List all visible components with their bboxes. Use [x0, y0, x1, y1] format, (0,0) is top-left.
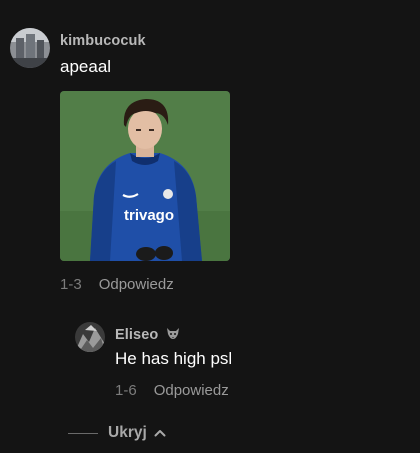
chevron-up-icon — [154, 424, 166, 442]
commenter-username[interactable]: kimbucocuk — [60, 33, 146, 49]
commenter-avatar[interactable] — [10, 28, 50, 68]
divider-line — [68, 432, 98, 434]
reply-reply-button[interactable]: Odpowiedz — [154, 382, 229, 399]
jersey-sponsor-text: trivago — [124, 207, 174, 224]
wolf-emoji-icon — [166, 326, 180, 344]
comment-photo-attachment[interactable]: trivago — [60, 91, 230, 261]
comment-date: 1-3 — [60, 276, 82, 293]
comment-text: apeaal — [60, 57, 112, 76]
reply-date: 1-6 — [115, 382, 137, 399]
hide-replies-toggle[interactable]: Ukryj — [68, 424, 166, 442]
comment-meta: 1-3 Odpowiedz — [60, 276, 174, 293]
reply-username[interactable]: Eliseo — [115, 327, 158, 343]
hide-replies-label: Ukryj — [108, 424, 147, 441]
reply-text: He has high psl — [115, 349, 233, 368]
reply-username-row: Eliseo — [115, 326, 180, 344]
comment-thread: kimbucocuk apeaal trivago 1-3 Odpowiedz … — [0, 0, 420, 453]
reply-meta: 1-6 Odpowiedz — [115, 382, 229, 399]
comment-reply-button[interactable]: Odpowiedz — [99, 276, 174, 293]
reply-avatar[interactable] — [75, 322, 105, 352]
